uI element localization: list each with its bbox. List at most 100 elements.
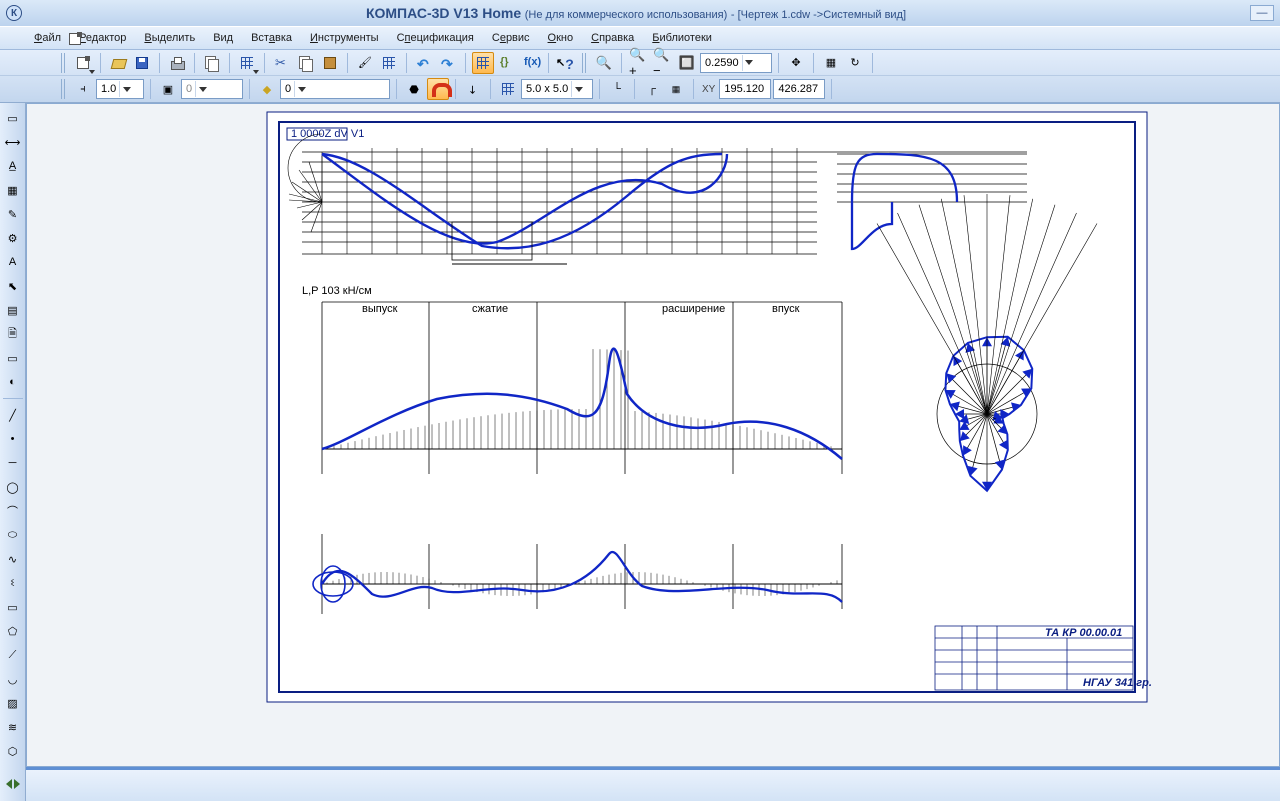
stop-button[interactable]: ⬣ [403, 78, 425, 100]
manager-button[interactable] [472, 52, 494, 74]
ortho-mode-button[interactable]: ┌ [641, 78, 663, 100]
toolbar-grip[interactable] [61, 53, 67, 73]
save-button[interactable] [131, 52, 153, 74]
open-button[interactable] [107, 52, 129, 74]
reports-palette[interactable]: 🗎 [2, 323, 24, 345]
misc-palette[interactable]: ◐ [2, 371, 24, 393]
properties-button[interactable] [378, 52, 400, 74]
aux-line-tool[interactable]: ─ [2, 452, 24, 474]
ellipse-tool[interactable]: ⬭ [2, 524, 24, 546]
zoom-window-button[interactable]: 🔲 [676, 52, 698, 74]
ortho-button[interactable]: ↘ [462, 78, 484, 100]
menu-insert[interactable]: Вставка [243, 30, 300, 46]
print-button[interactable] [166, 52, 188, 74]
grid-toggle[interactable] [497, 78, 519, 100]
menu-spec[interactable]: Спецификация [389, 30, 482, 46]
equidistant-tool[interactable]: ≋ [2, 716, 24, 738]
zoom-fit-button[interactable]: 🔍 [593, 52, 615, 74]
toolbar-grip[interactable] [61, 79, 67, 99]
menu-service[interactable]: Сервис [484, 30, 538, 46]
round-button[interactable]: ▦ [665, 78, 687, 100]
contour-tool[interactable]: ⬡ [2, 740, 24, 762]
chamfer-tool[interactable]: ⟋ [2, 644, 24, 666]
svg-text:расширение: расширение [662, 303, 725, 315]
layers-button[interactable]: ◆ [256, 78, 278, 100]
new-button[interactable] [72, 52, 94, 74]
zoom-in-button[interactable]: 🔍+ [628, 52, 650, 74]
geometry-palette[interactable]: ▭ [2, 107, 24, 129]
local-cs-button[interactable]: └ [606, 78, 628, 100]
doc-icon [64, 28, 86, 50]
variables-button[interactable]: {} [496, 52, 518, 74]
menu-help[interactable]: Справка [583, 30, 642, 46]
canvas-wrap: 1 0000Z dV V1 [26, 103, 1280, 767]
undo-button[interactable]: ↶ [413, 52, 435, 74]
refresh-view-button[interactable]: ▦ [820, 52, 842, 74]
hatch-palette[interactable]: ▦ [2, 179, 24, 201]
spec-palette[interactable]: ▤ [2, 299, 24, 321]
toolbar-current-state: ⫞ 1.0 ▣ 0 ◆ 0 ⬣ ↘ 5.0 x 5.0 └ ┌ ▦ XY 195… [0, 76, 1280, 102]
circle-tool[interactable]: ◯ [2, 476, 24, 498]
snap-toggle[interactable]: ⫞ [72, 78, 94, 100]
toolbar-grip[interactable] [582, 53, 588, 73]
text-palette[interactable]: A̲ [2, 155, 24, 177]
svg-text:ТА КР 00.00.01: ТА КР 00.00.01 [1045, 627, 1122, 639]
paste-button[interactable] [319, 52, 341, 74]
measure-palette[interactable]: A [2, 251, 24, 273]
rect-tool[interactable]: ▭ [2, 596, 24, 618]
point-tool[interactable]: • [2, 428, 24, 450]
views-palette[interactable]: ▭ [2, 347, 24, 369]
nav-left-icon[interactable] [6, 779, 12, 789]
svg-text:1 0000Z dV V1: 1 0000Z dV V1 [291, 128, 364, 140]
redo-button[interactable]: ↷ [437, 52, 459, 74]
params-palette[interactable]: ⚙ [2, 227, 24, 249]
step-combo[interactable]: 1.0 [96, 79, 144, 99]
state-button[interactable]: ▣ [157, 78, 179, 100]
select-palette[interactable]: ⬉ [2, 275, 24, 297]
spline-tool[interactable]: ∿ [2, 548, 24, 570]
dimensions-palette[interactable]: ⟷ [2, 131, 24, 153]
redraw-button[interactable]: ↻ [844, 52, 866, 74]
layer-combo[interactable]: 0 [280, 79, 390, 99]
coord-y-input[interactable]: 426.287 [773, 79, 825, 99]
svg-text:L,P 103 кН/см: L,P 103 кН/см [302, 285, 372, 297]
toolbars: ✂ 🖌 ↶ ↷ {} f(x) ↖? 🔍 🔍+ 🔍− 🔲 0.2590 ✥ ▦ … [0, 50, 1280, 103]
xy-label: XY [700, 84, 717, 95]
copy-button[interactable] [295, 52, 317, 74]
zoom-out-button[interactable]: 🔍− [652, 52, 674, 74]
menu-select[interactable]: Выделить [136, 30, 203, 46]
cut-button[interactable]: ✂ [271, 52, 293, 74]
format-painter-button[interactable]: 🖌 [354, 52, 376, 74]
edit-palette[interactable]: ✎ [2, 203, 24, 225]
drawing-canvas[interactable]: 1 0000Z dV V1 [26, 103, 1280, 767]
polygon-tool[interactable]: ⬠ [2, 620, 24, 642]
zoom-combo[interactable]: 0.2590 [700, 53, 772, 73]
menu-file[interactable]: Файл [26, 30, 69, 46]
nav-right-icon[interactable] [14, 779, 20, 789]
svg-text:впуск: впуск [772, 303, 800, 315]
coord-x-input[interactable]: 195.120 [719, 79, 771, 99]
fx-button[interactable]: f(x) [520, 52, 542, 74]
bezier-tool[interactable]: ଽ [2, 572, 24, 594]
snap-magnet-button[interactable] [427, 78, 449, 100]
toolbar-standard: ✂ 🖌 ↶ ↷ {} f(x) ↖? 🔍 🔍+ 🔍− 🔲 0.2590 ✥ ▦ … [0, 50, 1280, 76]
preview-button[interactable] [201, 52, 223, 74]
hatch-tool[interactable]: ▨ [2, 692, 24, 714]
layer-num-combo[interactable]: 0 [181, 79, 243, 99]
minimize-button[interactable]: — [1250, 5, 1274, 21]
menu-window[interactable]: Окно [540, 30, 582, 46]
menu-tools[interactable]: Инструменты [302, 30, 387, 46]
arc-tool[interactable]: ⌒ [2, 500, 24, 522]
menu-libs[interactable]: Библиотеки [644, 30, 720, 46]
grid-combo[interactable]: 5.0 x 5.0 [521, 79, 593, 99]
pan-button[interactable]: ✥ [785, 52, 807, 74]
bottom-bar [0, 767, 1280, 801]
doc-manager-button[interactable] [236, 52, 258, 74]
svg-text:выпуск: выпуск [362, 303, 398, 315]
svg-text:сжатие: сжатие [472, 303, 508, 315]
menu-view[interactable]: Вид [205, 30, 241, 46]
status-bar [26, 767, 1280, 801]
fillet-tool[interactable]: ◡ [2, 668, 24, 690]
line-tool[interactable]: ╱ [2, 404, 24, 426]
help-cursor-button[interactable]: ↖? [555, 52, 577, 74]
